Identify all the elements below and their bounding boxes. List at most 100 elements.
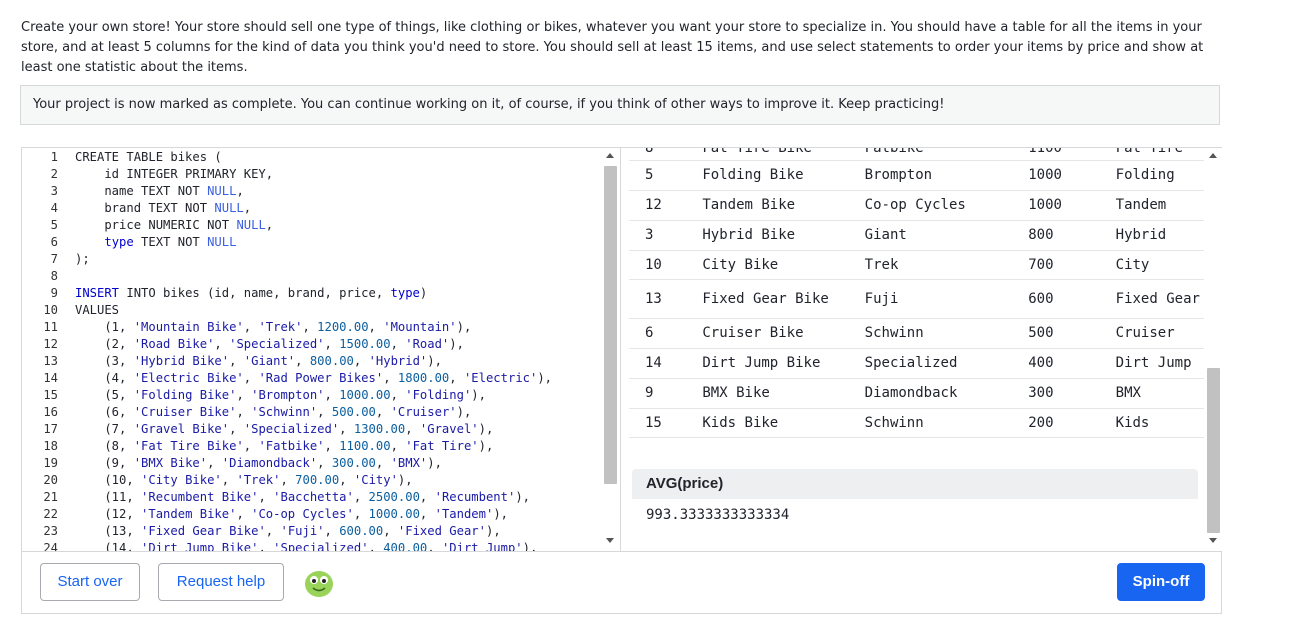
result-row: 9 BMX Bike Diamondback 300 BMX	[629, 378, 1204, 409]
cell-brand: Brompton	[848, 160, 1013, 191]
cell-id: 5	[629, 160, 687, 191]
cell-price: 500	[1012, 318, 1100, 349]
code-text: (12, 'Tandem Bike', 'Co-op Cycles', 1000…	[75, 507, 508, 521]
cell-type: City	[1099, 250, 1204, 280]
code-text: (3, 'Hybrid Bike', 'Giant', 800.00, 'Hyb…	[75, 354, 442, 368]
line-number: 17	[43, 422, 58, 436]
line-number: 21	[43, 490, 58, 504]
scroll-up-icon[interactable]	[1209, 153, 1217, 158]
completion-banner: Your project is now marked as complete. …	[20, 85, 1220, 125]
cell-name: Cruiser Bike	[686, 318, 849, 349]
cell-name: BMX Bike	[686, 378, 849, 409]
cell-price: 1100	[1012, 148, 1100, 161]
code-line[interactable]: 6 type TEXT NOT NULL	[22, 234, 237, 251]
code-line[interactable]: 22 (12, 'Tandem Bike', 'Co-op Cycles', 1…	[22, 506, 508, 523]
code-line[interactable]: 4 brand TEXT NOT NULL,	[22, 200, 251, 217]
avg-column-header: AVG(price)	[632, 469, 1198, 499]
results-scroll-thumb[interactable]	[1207, 368, 1220, 533]
cell-name: Hybrid Bike	[686, 220, 849, 251]
line-number: 7	[50, 252, 58, 266]
scroll-up-icon[interactable]	[606, 153, 614, 158]
cell-brand: Trek	[848, 250, 1013, 280]
code-text: type TEXT NOT NULL	[104, 235, 237, 249]
cell-name: City Bike	[686, 250, 849, 280]
code-line[interactable]: 13 (3, 'Hybrid Bike', 'Giant', 800.00, '…	[22, 353, 442, 370]
request-help-button[interactable]: Request help	[158, 563, 284, 601]
cell-price: 700	[1012, 250, 1100, 280]
result-row: 8Fat Tire BikeFatbike1100Fat Tire	[629, 148, 1204, 161]
editor-scrollbar[interactable]	[602, 148, 619, 551]
cell-brand: Schwinn	[848, 408, 1013, 438]
scroll-down-icon[interactable]	[1209, 538, 1217, 543]
code-line[interactable]: 24 (14, 'Dirt Jump Bike', 'Specialized',…	[22, 540, 537, 551]
code-line[interactable]: 10 VALUES	[22, 302, 119, 319]
cell-type: Kids	[1099, 408, 1204, 438]
code-editor[interactable]: 1 CREATE TABLE bikes (2 id INTEGER PRIMAR…	[22, 148, 620, 551]
line-number: 6	[50, 235, 58, 249]
code-line[interactable]: 14 (4, 'Electric Bike', 'Rad Power Bikes…	[22, 370, 552, 387]
line-number: 16	[43, 405, 58, 419]
code-line[interactable]: 12 (2, 'Road Bike', 'Specialized', 1500.…	[22, 336, 464, 353]
line-number: 24	[43, 541, 58, 551]
code-line[interactable]: 5 price NUMERIC NOT NULL,	[22, 217, 273, 234]
cell-type: Tandem	[1099, 190, 1204, 221]
code-line[interactable]: 20 (10, 'City Bike', 'Trek', 700.00, 'Ci…	[22, 472, 412, 489]
code-text: (7, 'Gravel Bike', 'Specialized', 1300.0…	[75, 422, 494, 436]
code-line[interactable]: 11 (1, 'Mountain Bike', 'Trek', 1200.00,…	[22, 319, 471, 336]
code-line[interactable]: 9 INSERT INTO bikes (id, name, brand, pri…	[22, 285, 428, 302]
result-row: 12 Tandem Bike Co-op Cycles 1000 Tandem	[629, 190, 1204, 221]
footer-divider	[22, 551, 1221, 552]
code-line[interactable]: 21 (11, 'Recumbent Bike', 'Bacchetta', 2…	[22, 489, 530, 506]
line-number: 5	[50, 218, 58, 232]
cell-id: 14	[629, 348, 687, 379]
code-line[interactable]: 3 name TEXT NOT NULL,	[22, 183, 244, 200]
code-line[interactable]: 8	[22, 268, 75, 285]
code-text: INSERT INTO bikes (id, name, brand, pric…	[75, 286, 428, 300]
code-line[interactable]: 15 (5, 'Folding Bike', 'Brompton', 1000.…	[22, 387, 486, 404]
line-number: 19	[43, 456, 58, 470]
code-text: (14, 'Dirt Jump Bike', 'Specialized', 40…	[75, 541, 538, 551]
cell-brand: Giant	[848, 220, 1013, 251]
line-number: 15	[43, 388, 58, 402]
line-number: 4	[50, 201, 58, 215]
code-line[interactable]: 19 (9, 'BMX Bike', 'Diamondback', 300.00…	[22, 455, 442, 472]
line-number: 8	[50, 269, 58, 283]
cell-name: Folding Bike	[686, 160, 849, 191]
scroll-down-icon[interactable]	[606, 538, 614, 543]
code-text: (11, 'Recumbent Bike', 'Bacchetta', 2500…	[75, 490, 531, 504]
cell-type: Hybrid	[1099, 220, 1204, 251]
cell-type: BMX	[1099, 378, 1204, 409]
cell-id: 6	[629, 318, 687, 349]
results-scrollbar[interactable]	[1205, 148, 1222, 551]
cell-type: Cruiser	[1099, 318, 1204, 349]
cell-price: 200	[1012, 408, 1100, 438]
cell-id: 10	[629, 250, 687, 280]
cell-id: 13	[629, 279, 687, 319]
code-line[interactable]: 17 (7, 'Gravel Bike', 'Specialized', 130…	[22, 421, 493, 438]
code-text: );	[75, 252, 90, 266]
code-text: (4, 'Electric Bike', 'Rad Power Bikes', …	[75, 371, 553, 385]
result-row: 15 Kids Bike Schwinn 200 Kids	[629, 408, 1204, 438]
code-text: (13, 'Fixed Gear Bike', 'Fuji', 600.00, …	[75, 524, 501, 538]
code-line[interactable]: 2 id INTEGER PRIMARY KEY,	[22, 166, 273, 183]
start-over-button[interactable]: Start over	[40, 563, 140, 601]
editor-scroll-thumb[interactable]	[604, 166, 617, 484]
code-line[interactable]: 18 (8, 'Fat Tire Bike', 'Fatbike', 1100.…	[22, 438, 493, 455]
code-text: name TEXT NOT NULL,	[75, 184, 244, 198]
cell-type: Dirt Jump	[1099, 348, 1204, 379]
line-number: 18	[43, 439, 58, 453]
line-number: 1	[50, 150, 58, 164]
code-line[interactable]: 16 (6, 'Cruiser Bike', 'Schwinn', 500.00…	[22, 404, 471, 421]
code-line[interactable]: 7);	[22, 251, 90, 268]
cell-price: 600	[1012, 279, 1100, 319]
line-number: 20	[43, 473, 58, 487]
code-line[interactable]: 1 CREATE TABLE bikes (	[22, 149, 222, 166]
code-text: id INTEGER PRIMARY KEY,	[75, 167, 274, 181]
code-line[interactable]: 23 (13, 'Fixed Gear Bike', 'Fuji', 600.0…	[22, 523, 501, 540]
spin-off-button[interactable]: Spin-off	[1117, 563, 1205, 601]
cell-type: Folding	[1099, 160, 1204, 191]
cell-price: 1000	[1012, 190, 1100, 221]
line-number: 2	[50, 167, 58, 181]
code-text: (9, 'BMX Bike', 'Diamondback', 300.00, '…	[75, 456, 442, 470]
cell-name: Fat Tire Bike	[686, 148, 849, 161]
